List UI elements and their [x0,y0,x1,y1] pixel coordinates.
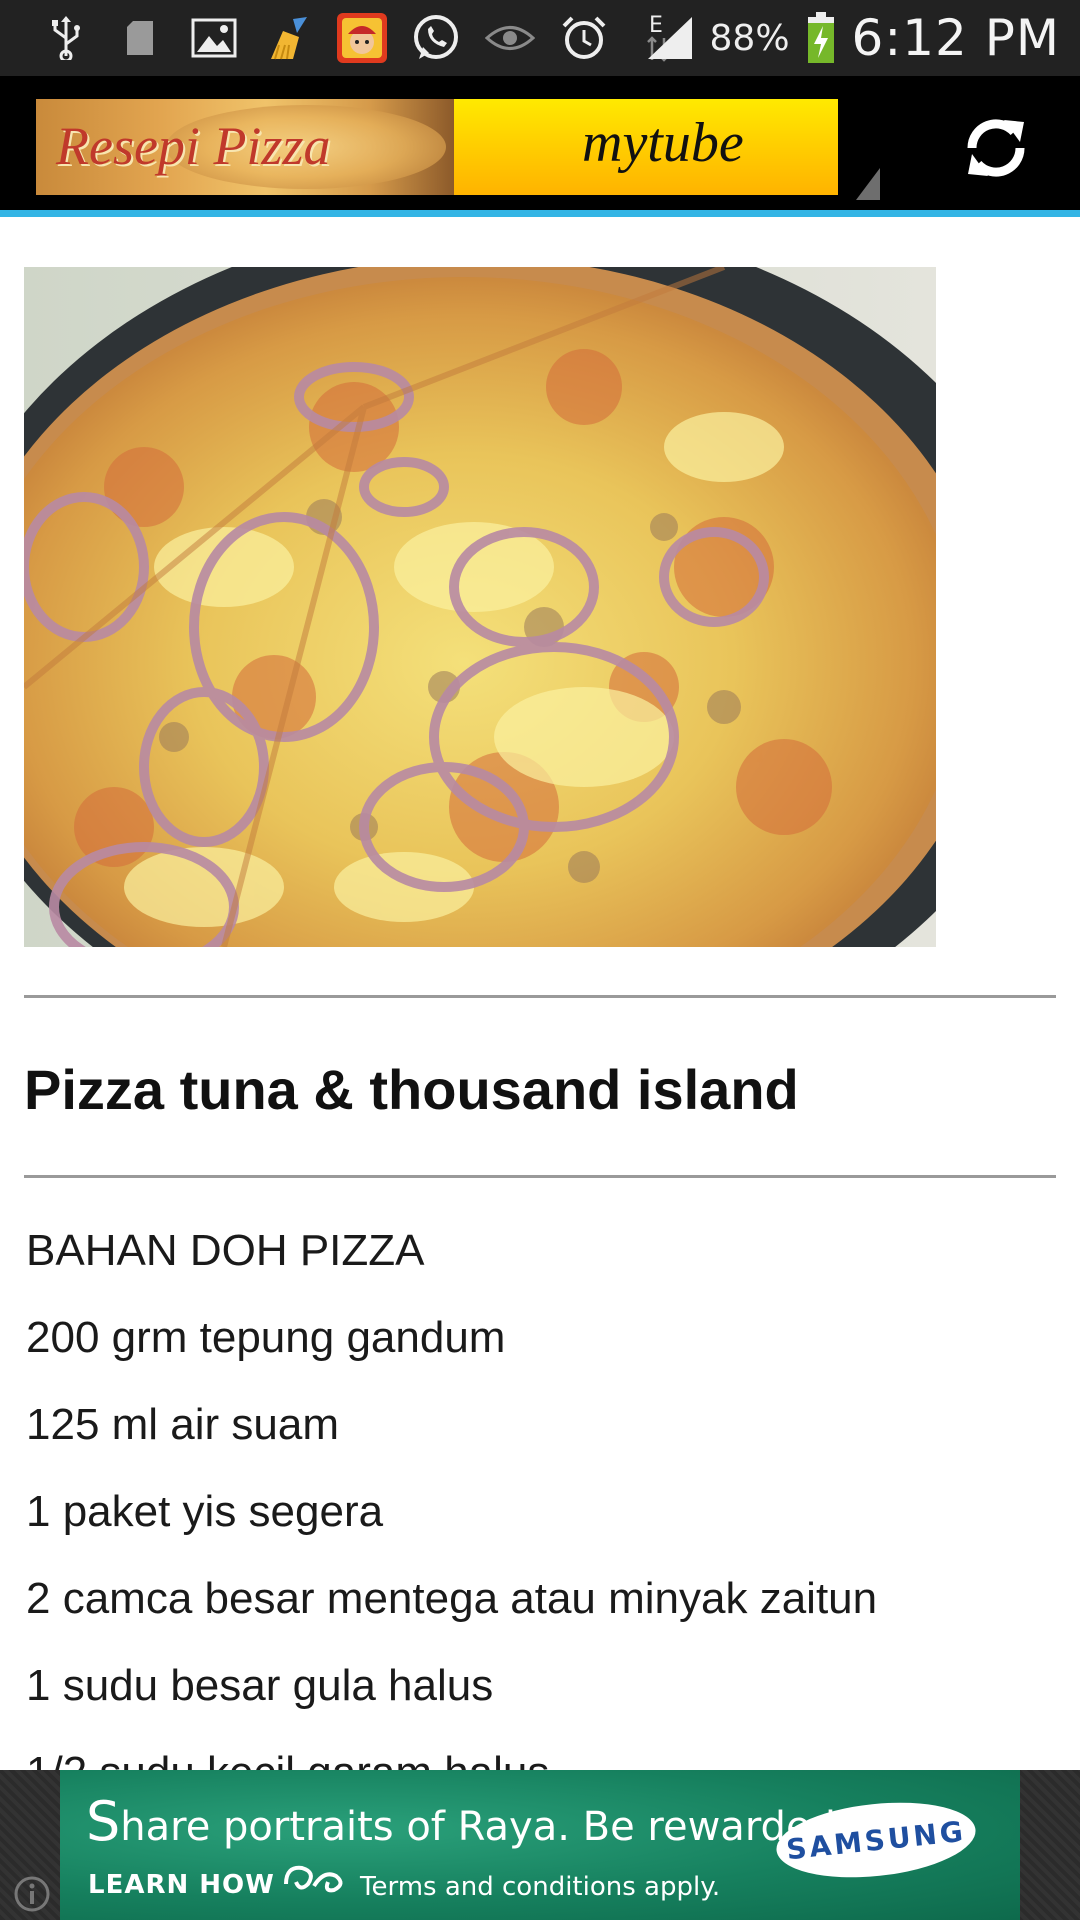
system-indicators: 88% 6:12 PM [644,8,1060,68]
ad-creative[interactable]: Share portraits of Raya. Be rewarded. LE… [60,1770,1020,1920]
ad-learn-how[interactable]: LEARN HOW [88,1870,275,1900]
ingredient-line: 1 paket yis segera [26,1487,384,1536]
subway-surfers-app-icon [336,12,388,64]
spinner-dropdown-indicator[interactable] [856,168,880,200]
status-bar: E 88% 6:12 PM [0,0,1080,76]
ingredient-list: BAHAN DOH PIZZA 200 grm tepung gandum 12… [26,1207,1066,1770]
recipe-title: Pizza tuna & thousand island [24,1058,799,1121]
ad-banner[interactable]: Share portraits of Raya. Be rewarded. LE… [0,1770,1080,1920]
info-icon[interactable] [12,1874,52,1914]
image-icon [188,12,240,64]
divider-top [24,995,1056,998]
ingredient-line: 125 ml air suam [26,1400,340,1449]
ad-headline: Share portraits of Raya. Be rewarded. [86,1790,849,1853]
signal-icon [644,12,696,64]
sd-card-icon [114,12,166,64]
clock: 6:12 PM [851,9,1060,67]
app-banner-spinner[interactable]: Resepi Pizza mytube [36,99,838,195]
notification-icons: E [40,10,684,66]
banner-pizza-section: Resepi Pizza [36,99,454,195]
eye-icon [484,12,536,64]
ingredient-line: 200 grm tepung gandum [26,1313,506,1362]
recipe-content[interactable]: Pizza tuna & thousand island BAHAN DOH P… [0,217,1080,1770]
ingredient-heading: BAHAN DOH PIZZA [26,1226,425,1275]
pizza-photo [24,267,936,947]
alarm-icon [558,12,610,64]
swirl-icon [280,1860,350,1905]
banner-subtitle: mytube [582,112,744,174]
banner-title: Resepi Pizza [56,116,331,176]
ad-headline-text: hare portraits of Raya. Be rewarded. [120,1804,849,1850]
whatsapp-icon [410,12,462,64]
ingredient-line: 1 sudu besar gula halus [26,1661,494,1710]
ingredient-line: 2 camca besar mentega atau minyak zaitun [26,1574,878,1623]
banner-mytube-section: mytube [454,99,838,195]
divider-bottom [24,1175,1056,1178]
ingredient-line: 1/2 sudu kecil garam halus [26,1729,1066,1770]
refresh-button[interactable] [950,102,1042,194]
usb-icon [40,12,92,64]
battery-percent: 88% [709,17,790,59]
refresh-icon [967,119,1025,177]
action-bar-accent-line [0,210,1080,217]
ad-headline-initial: S [86,1790,121,1853]
ad-terms: Terms and conditions apply. [360,1872,721,1902]
samsung-logo-text: SAMSUNG [784,1814,968,1866]
battery-charging-icon [804,12,838,64]
cleaner-broom-icon [262,12,314,64]
